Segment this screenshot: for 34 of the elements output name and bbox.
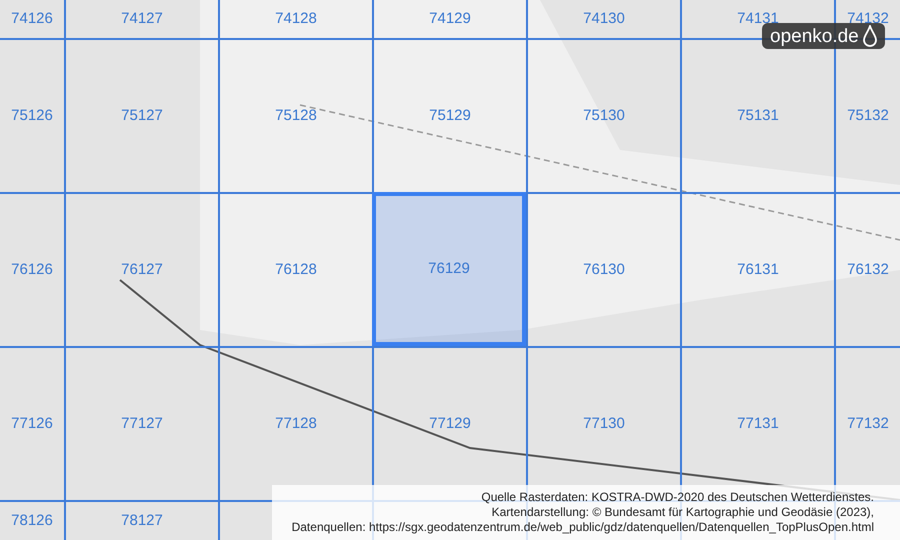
drop-icon: [862, 25, 877, 47]
grid-cell-label: 75131: [737, 106, 779, 126]
grid-cell-label: 77127: [121, 414, 163, 434]
attribution-line: Kartendarstellung: © Bundesamt für Kartographie und Geodäsie (2023),: [492, 505, 874, 520]
grid-cell-label: 76127: [121, 260, 163, 280]
grid-cell-label: 74126: [11, 8, 53, 29]
grid-cell-label: 77128: [275, 414, 317, 434]
grid-cell-label: 75129: [429, 106, 471, 126]
grid-cell-label: 75128: [275, 106, 317, 126]
grid-cell-label: 75126: [11, 106, 53, 126]
grid-cell-label: 76131: [737, 260, 779, 280]
grid-cell-label: 74130: [583, 8, 625, 29]
grid-cell-label: 77131: [737, 414, 779, 434]
grid-cell-label: 75132: [847, 106, 889, 126]
grid-cell-label: 78127: [121, 510, 163, 531]
grid-cell-label: 76132: [847, 260, 889, 280]
grid-cell-label: 77129: [429, 414, 471, 434]
grid-cell-label: 74127: [121, 8, 163, 29]
grid-cell-label: 78126: [11, 510, 53, 531]
grid-cell-label: 74129: [429, 8, 471, 29]
grid-cell-label: 75130: [583, 106, 625, 126]
logo-text: openko.de: [770, 26, 859, 46]
attribution-line: Quelle Rasterdaten: KOSTRA-DWD-2020 des Deutschen Wetterdienstes.: [481, 490, 874, 505]
grid-cell-label: 76129: [428, 258, 470, 279]
grid-cell-label: 75127: [121, 106, 163, 126]
grid-cell-label: 77130: [583, 414, 625, 434]
grid-cell-label: 76128: [275, 260, 317, 280]
attribution-line: Datenquellen: https://sgx.geodatenzentrum.de/web_public/gdz/datenquellen/Datenquellen_TopPlusOpen.html: [292, 520, 874, 535]
grid-cell-label: 76126: [11, 260, 53, 280]
grid-cell-label: 77126: [11, 414, 53, 434]
grid-cell-label: 77132: [847, 414, 889, 434]
logo-badge[interactable]: openko.de: [762, 23, 885, 49]
grid-cell-label: 74128: [275, 8, 317, 29]
grid-cell-label: 76130: [583, 260, 625, 280]
